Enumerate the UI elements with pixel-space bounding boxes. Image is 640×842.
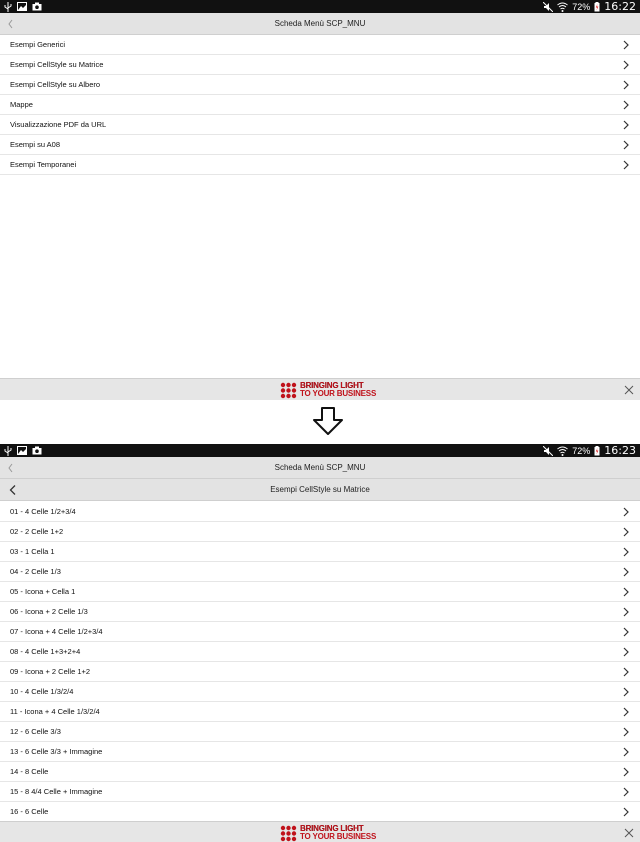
list-item[interactable]: Esempi Generici [0,35,640,55]
dots-logo-icon [280,825,297,841]
list-item[interactable]: Visualizzazione PDF da URL [0,115,640,135]
list-item[interactable]: 03 - 1 Cella 1 [0,542,640,562]
list-item[interactable]: 12 - 6 Celle 3/3 [0,722,640,742]
chevron-right-icon [623,160,629,170]
chevron-right-icon [623,607,629,617]
list-item[interactable]: Esempi Temporanei [0,155,640,175]
chevron-right-icon [623,687,629,697]
chevron-right-icon [623,40,629,50]
chevron-right-icon [623,80,629,90]
ad-banner[interactable]: BRINGING LIGHT TO YOUR BUSINESS [0,378,640,400]
chevron-right-icon [623,140,629,150]
down-arrow-icon [313,407,343,435]
list-item[interactable]: Mappe [0,95,640,115]
list-item[interactable]: 02 - 2 Celle 1+2 [0,522,640,542]
dots-logo-icon [280,382,297,398]
chevron-right-icon [623,747,629,757]
clock: 16:22 [604,0,636,13]
mute-icon [543,1,554,12]
list-item[interactable]: 08 - 4 Celle 1+3+2+4 [0,642,640,662]
battery-percent: 72% [572,445,591,456]
sub-header: Esempi CellStyle su Matrice [0,479,640,501]
list-item[interactable]: 09 - Icona + 2 Celle 1+2 [0,662,640,682]
list-item[interactable]: Esempi su A08 [0,135,640,155]
list-item[interactable]: 07 - Icona + 4 Celle 1/2+3/4 [0,622,640,642]
list-item[interactable]: 13 - 6 Celle 3/3 + Immagine [0,742,640,762]
chevron-right-icon [623,627,629,637]
battery-percent: 72% [572,1,591,12]
clock: 16:23 [604,444,636,457]
chevron-right-icon [623,527,629,537]
list-item[interactable]: 16 - 6 Celle [0,802,640,822]
list-item[interactable]: 06 - Icona + 2 Celle 1/3 [0,602,640,622]
chevron-right-icon [623,667,629,677]
camera-icon [32,2,42,11]
battery-icon [594,445,600,455]
menu-list: Esempi Generici Esempi CellStyle su Matr… [0,35,640,175]
title-bar: Scheda Menù SCP_MNU [0,457,640,479]
chevron-right-icon [623,507,629,517]
mute-icon [543,445,554,456]
chevron-right-icon [623,60,629,70]
ad-banner[interactable]: BRINGING LIGHT TO YOUR BUSINESS [0,821,640,842]
wifi-icon [557,446,569,456]
usb-icon [4,445,12,456]
list-item[interactable]: 14 - 8 Celle [0,762,640,782]
chevron-right-icon [623,787,629,797]
chevron-right-icon [623,647,629,657]
list-item[interactable]: 10 - 4 Celle 1/3/2/4 [0,682,640,702]
status-bar: 72% 16:22 [0,0,640,13]
list-item[interactable]: 04 - 2 Celle 1/3 [0,562,640,582]
wifi-icon [557,2,569,12]
chevron-right-icon [623,727,629,737]
chevron-right-icon [623,120,629,130]
chevron-right-icon [623,567,629,577]
page-title: Scheda Menù SCP_MNU [274,463,366,472]
status-bar: 72% 16:23 [0,444,640,457]
section-title: Esempi CellStyle su Matrice [270,485,370,494]
title-bar: Scheda Menù SCP_MNU [0,13,640,35]
list-item[interactable]: 15 - 8 4/4 Celle + Immagine [0,782,640,802]
list-item[interactable]: Esempi CellStyle su Albero [0,75,640,95]
close-icon[interactable] [624,828,634,838]
brand-line-2: TO YOUR BUSINESS [300,832,377,841]
list-item[interactable]: 01 - 4 Celle 1/2+3/4 [0,502,640,522]
list-item[interactable]: 05 - Icona + Cella 1 [0,582,640,602]
image-icon [17,2,27,11]
submenu-list: 01 - 4 Celle 1/2+3/4 02 - 2 Celle 1+2 03… [0,502,640,822]
battery-icon [594,1,600,11]
chevron-right-icon [623,587,629,597]
list-item[interactable]: Esempi CellStyle su Matrice [0,55,640,75]
chevron-right-icon [623,547,629,557]
brand-logo: BRINGING LIGHT TO YOUR BUSINESS [280,824,376,842]
page-title: Scheda Menù SCP_MNU [274,19,366,28]
chevron-right-icon [623,707,629,717]
camera-icon [32,446,42,455]
image-icon [17,446,27,455]
brand-logo: BRINGING LIGHT TO YOUR BUSINESS [280,381,376,399]
usb-icon [4,1,12,12]
close-icon[interactable] [624,385,634,395]
chevron-right-icon [623,807,629,817]
chevron-right-icon [623,767,629,777]
list-item[interactable]: 11 - Icona + 4 Celle 1/3/2/4 [0,702,640,722]
brand-line-2: TO YOUR BUSINESS [300,389,377,398]
chevron-right-icon [623,100,629,110]
